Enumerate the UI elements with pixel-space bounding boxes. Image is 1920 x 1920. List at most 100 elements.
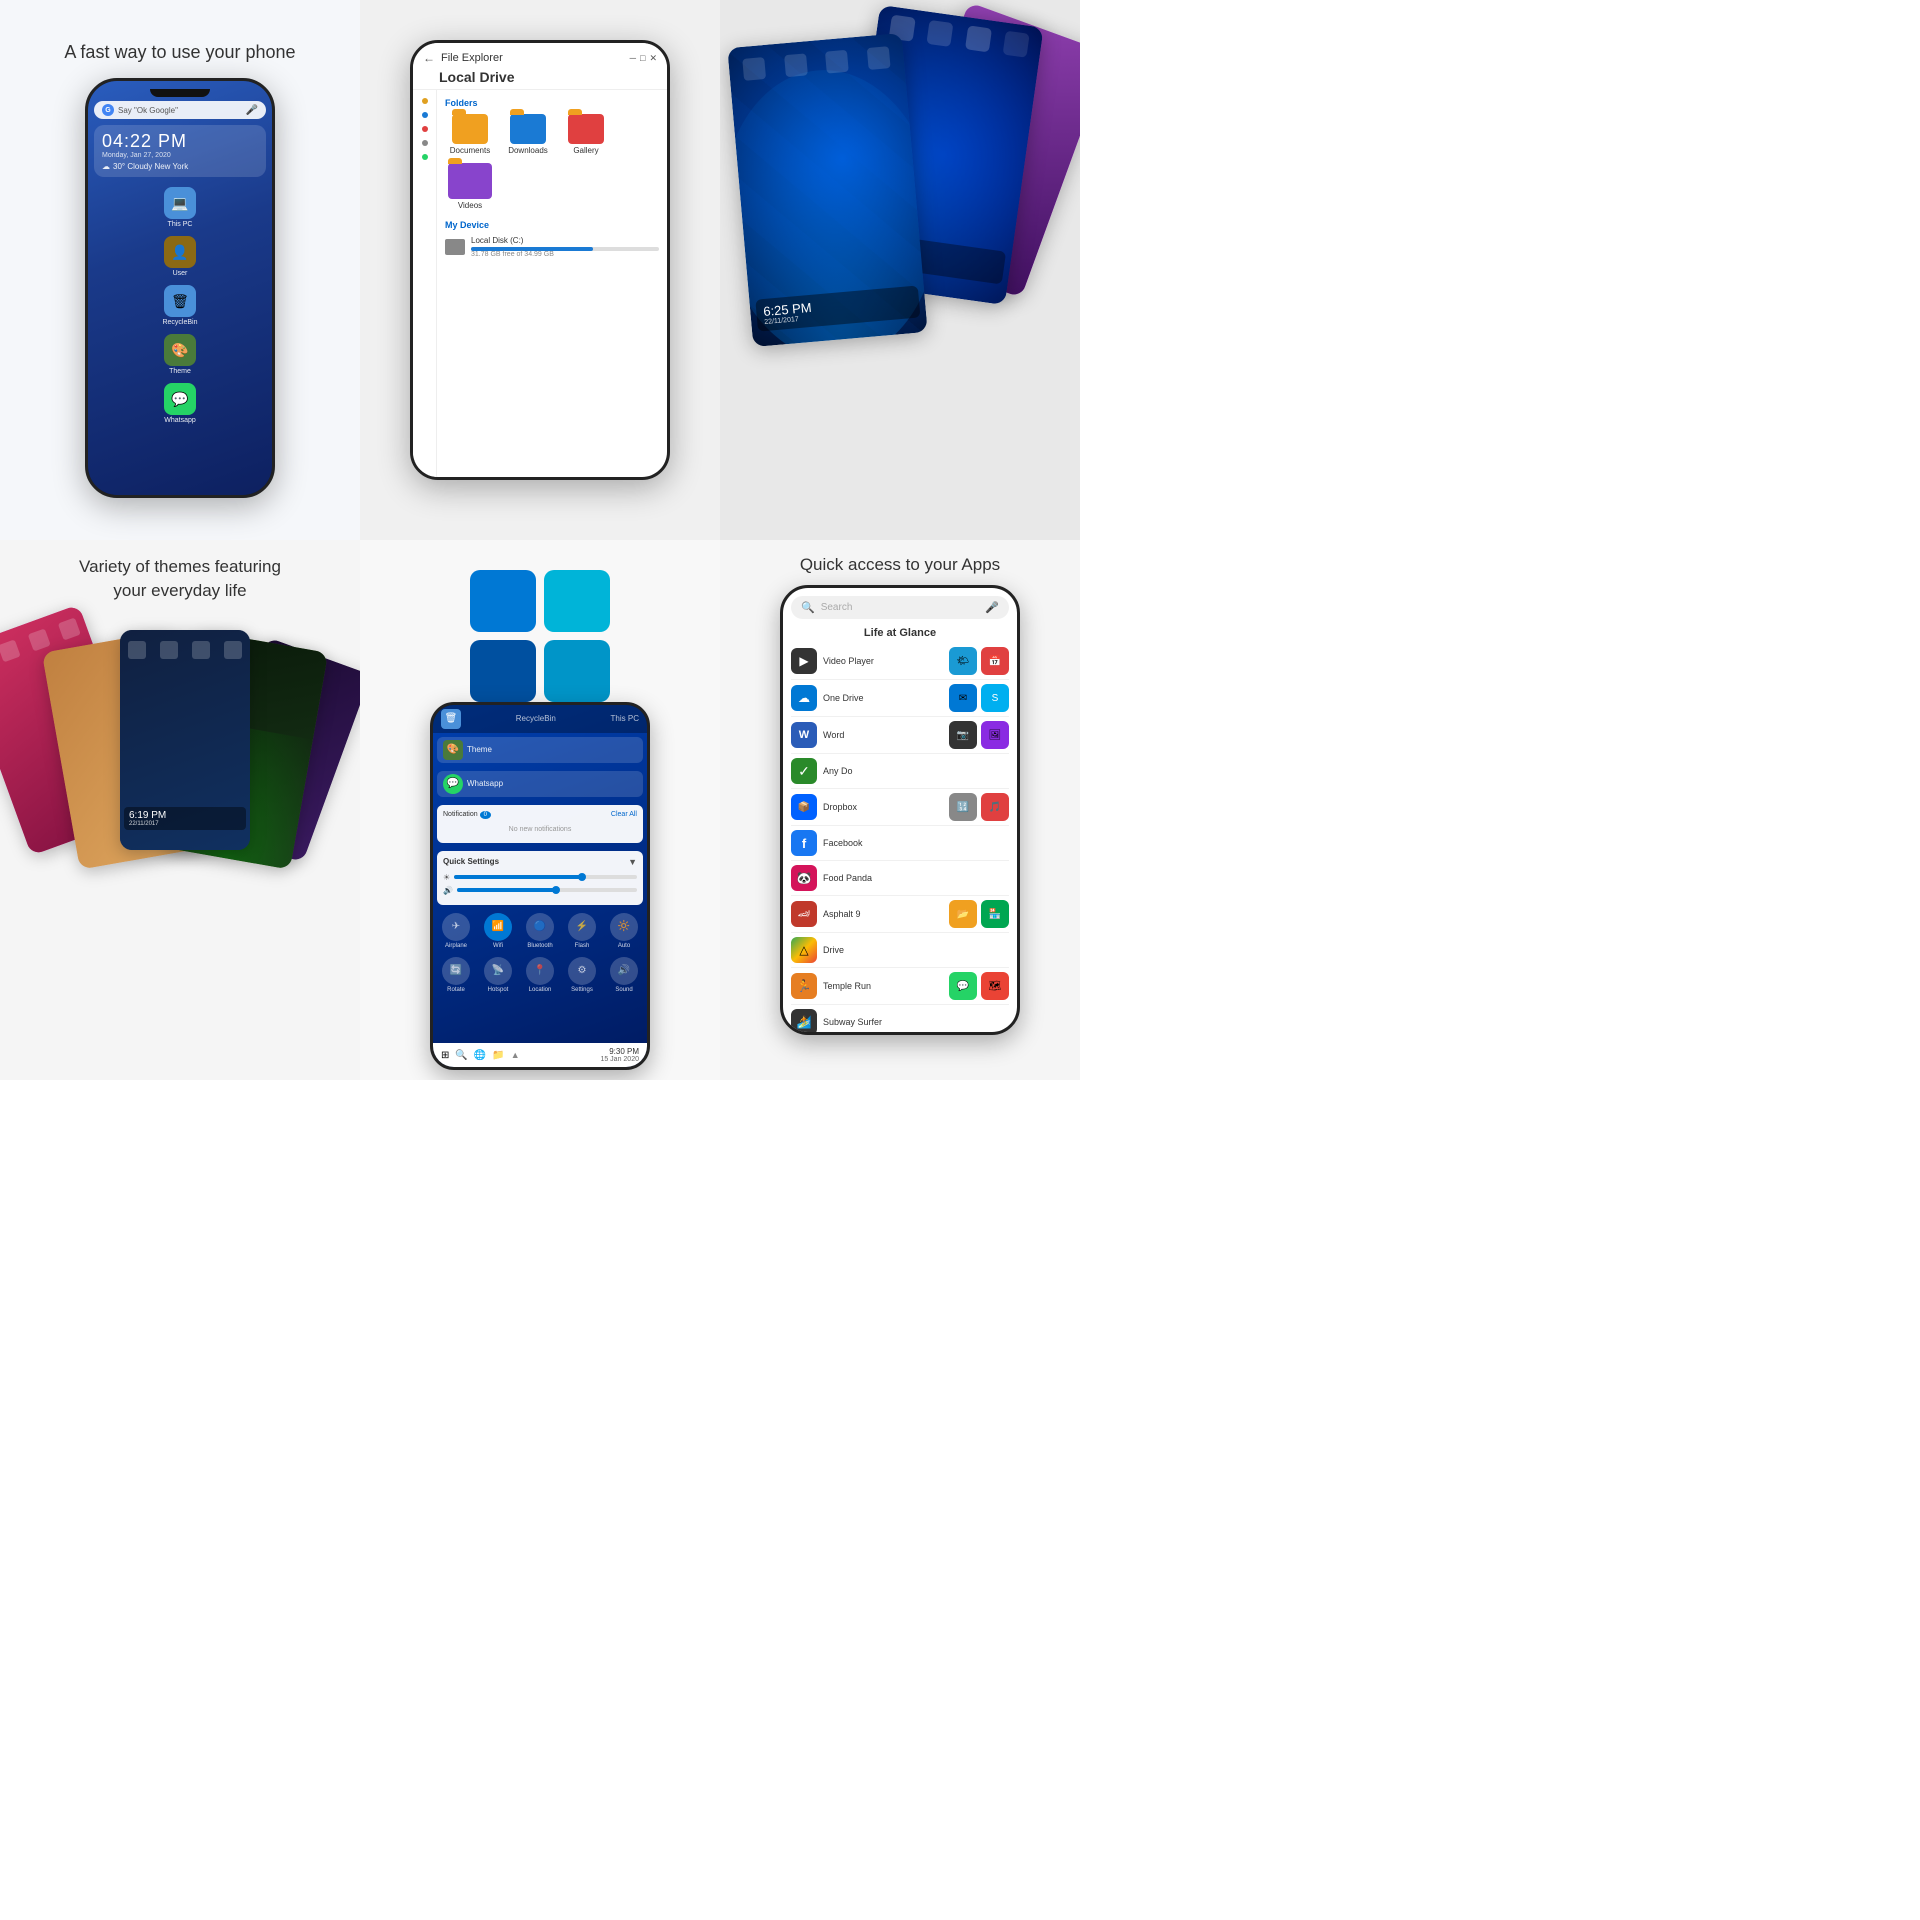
app-row-temple[interactable]: 🏃 Temple Run 💬 🗺 [791, 968, 1009, 1005]
dropbox-right-icons: 🔢 🎵 [949, 793, 1009, 821]
skype-small-icon[interactable]: S [981, 684, 1009, 712]
qs-search-icon[interactable]: 🔍 [455, 1050, 467, 1061]
app-row-subway[interactable]: 🏄 Subway Surfer [791, 1005, 1009, 1032]
icon-user[interactable]: 👤 User [94, 236, 266, 277]
qs-toggle-auto[interactable]: 🔆 Auto [605, 913, 643, 949]
dark-icon-2 [784, 53, 808, 77]
app-row-asphalt[interactable]: 🏎 Asphalt 9 📂 🏪 [791, 896, 1009, 933]
qs-top-bar: 🗑 RecycleBin This PC [433, 705, 647, 733]
theme-mini-icon-3 [965, 25, 992, 52]
themes-fan: 6:19 PM 22/11/2017 [0, 620, 360, 1080]
qs-toggle-wifi[interactable]: 📶 Wifi [479, 913, 517, 949]
app-row-video[interactable]: ▶ Video Player 🌤 📅 [791, 643, 1009, 680]
icon-whatsapp[interactable]: 💬 Whatsapp [94, 383, 266, 424]
video-right-icons: 🌤 📅 [949, 647, 1009, 675]
qs-windows-icon: ⊞ [441, 1050, 449, 1061]
word-name: Word [823, 730, 943, 740]
folder-videos[interactable]: Videos [445, 163, 495, 210]
win-tile-3 [470, 640, 536, 702]
calc-small-icon[interactable]: 🔢 [949, 793, 977, 821]
gallery-small-icon[interactable]: 🖼 [981, 721, 1009, 749]
app-row-panda[interactable]: 🐼 Food Panda [791, 861, 1009, 896]
mail-small-icon[interactable]: ✉ [949, 684, 977, 712]
app-row-drive[interactable]: △ Drive [791, 933, 1009, 968]
qs-toggle-sound[interactable]: 🔊 Sound [605, 957, 643, 993]
app-search-bar[interactable]: 🔍 Search 🎤 [791, 596, 1009, 619]
app-row-onedrive[interactable]: ☁ One Drive ✉ S [791, 680, 1009, 717]
qs-up-arrow: ▲ [511, 1050, 520, 1060]
maps-small-icon[interactable]: 🗺 [981, 972, 1009, 1000]
qs-brightness-row: ☀ [443, 873, 637, 882]
app-screen: 🔍 Search 🎤 Life at Glance ▶ Video Player… [783, 588, 1017, 1032]
documents-folder-icon [452, 114, 488, 144]
myfiles-small-icon[interactable]: 📂 [949, 900, 977, 928]
folder-documents[interactable]: Documents [445, 114, 495, 155]
folder-downloads[interactable]: Downloads [503, 114, 553, 155]
app-row-dropbox[interactable]: 📦 Dropbox 🔢 🎵 [791, 789, 1009, 826]
videos-folder-icon [448, 163, 492, 199]
temple-right-icons: 💬 🗺 [949, 972, 1009, 1000]
dropbox-icon: 📦 [791, 794, 817, 820]
qs-toggle-bluetooth[interactable]: 🔵 Bluetooth [521, 913, 559, 949]
qs-clear-btn[interactable]: Clear All [611, 811, 637, 818]
music-small-icon[interactable]: 🎵 [981, 793, 1009, 821]
location-toggle-icon: 📍 [526, 957, 554, 985]
app-row-facebook[interactable]: f Facebook [791, 826, 1009, 861]
fe-sidebar-dot-2 [422, 112, 428, 118]
qs-toggle-airplane[interactable]: ✈ Airplane [437, 913, 475, 949]
phone-search-bar[interactable]: G Say "Ok Google" 🎤 [94, 101, 266, 119]
qs-folder-icon[interactable]: 📁 [492, 1050, 504, 1061]
camera-small-icon[interactable]: 📷 [949, 721, 977, 749]
qs-toggle-hotspot[interactable]: 📡 Hotspot [479, 957, 517, 993]
phone-time-widget: 04:22 PM Monday, Jan 27, 2020 ☁ 30° Clou… [94, 125, 266, 177]
folder-gallery[interactable]: Gallery [561, 114, 611, 155]
drive-icon: △ [791, 937, 817, 963]
fe-close[interactable]: ✕ [649, 53, 657, 64]
store-small-icon[interactable]: 🏪 [981, 900, 1009, 928]
qs-toggle-grid-2: 🔄 Rotate 📡 Hotspot 📍 Location ⚙ Settings [437, 957, 643, 993]
google-logo: G [102, 104, 114, 116]
qs-expand-icon[interactable]: ▼ [628, 857, 637, 867]
icon-this-pc[interactable]: 💻 This PC [94, 187, 266, 228]
whatsapp-small-icon[interactable]: 💬 [949, 972, 977, 1000]
fe-header: ← File Explorer ─ □ ✕ Local Drive [413, 43, 667, 90]
qs-volume-thumb[interactable] [552, 886, 560, 894]
app-mic-icon[interactable]: 🎤 [985, 601, 999, 614]
subway-icon: 🏄 [791, 1009, 817, 1032]
qs-brightness-fill [454, 875, 582, 879]
theme-card-dark: 6:25 PM 22/11/2017 [727, 33, 927, 347]
flash-toggle-icon: ⚡ [568, 913, 596, 941]
app-row-word[interactable]: W Word 📷 🖼 [791, 717, 1009, 754]
app-section-title: Life at Glance [783, 623, 1017, 643]
fe-sidebar [413, 90, 437, 477]
mic-icon: 🎤 [246, 105, 258, 116]
icon-theme[interactable]: 🎨 Theme [94, 334, 266, 375]
temple-name: Temple Run [823, 981, 943, 991]
qs-no-notif: No new notifications [443, 822, 637, 837]
this-pc-label: This PC [168, 221, 193, 228]
qs-volume-slider[interactable] [457, 888, 637, 892]
qs-brightness-slider[interactable] [454, 875, 637, 879]
windows-logo [470, 570, 610, 702]
qs-section-title: Quick Settings [443, 857, 499, 866]
anydо-name: Any Do [823, 766, 1009, 776]
weather-small-icon[interactable]: 🌤 [949, 647, 977, 675]
qs-toggle-rotate[interactable]: 🔄 Rotate [437, 957, 475, 993]
fe-maximize[interactable]: □ [640, 53, 645, 64]
fe-minimize[interactable]: ─ [630, 53, 636, 64]
fe-back-icon[interactable]: ← [423, 51, 435, 65]
fe-disk-item[interactable]: Local Disk (C:) 31.78 GB free of 34.99 G… [445, 236, 659, 258]
qs-edge-icon[interactable]: 🌐 [474, 1050, 486, 1061]
qs-brightness-thumb[interactable] [578, 873, 586, 881]
fe-folders: Documents Downloads Gallery [445, 114, 659, 210]
qs-toggle-settings[interactable]: ⚙ Settings [563, 957, 601, 993]
calendar-small-icon[interactable]: 📅 [981, 647, 1009, 675]
qs-theme-label: Theme [467, 745, 492, 754]
flash-label: Flash [575, 943, 590, 949]
phone-notch [150, 89, 210, 97]
qs-toggle-flash[interactable]: ⚡ Flash [563, 913, 601, 949]
qs-toggle-location[interactable]: 📍 Location [521, 957, 559, 993]
asphalt-right-icons: 📂 🏪 [949, 900, 1009, 928]
app-row-anydо[interactable]: ✓ Any Do [791, 754, 1009, 789]
icon-recycle-bin[interactable]: 🗑 RecycleBin [94, 285, 266, 326]
